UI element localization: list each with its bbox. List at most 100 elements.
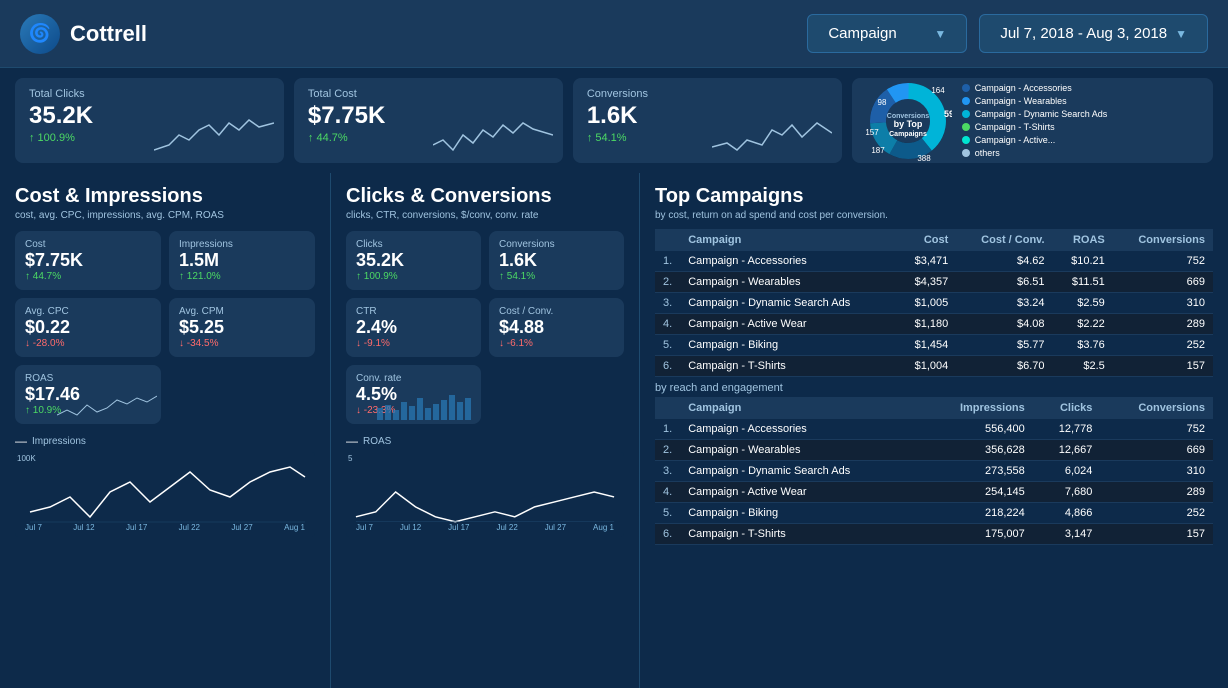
legend-item-accessories: Campaign - Accessories — [962, 83, 1108, 93]
row-campaign-eng: Campaign - T-Shirts — [680, 524, 923, 545]
legend-label: Campaign - T-Shirts — [975, 122, 1055, 132]
row-cost-conv: $6.70 — [956, 356, 1052, 377]
table-row: 6. Campaign - T-Shirts 175,007 3,147 157 — [655, 524, 1213, 545]
impressions-chart: 100K Jul 7 Jul 12 Jul 17 Jul 22 Jul 27 A… — [15, 452, 315, 537]
date-range-dropdown[interactable]: Jul 7, 2018 - Aug 3, 2018 ▼ — [979, 14, 1208, 53]
legend-item-wearables: Campaign - Wearables — [962, 96, 1108, 106]
clicks-value: 35.2K — [356, 250, 471, 271]
row-campaign: Campaign - Dynamic Search Ads — [680, 293, 896, 314]
roas-line-chart: 5 Jul 7 Jul 12 Jul 17 Jul 22 Jul 27 Aug … — [346, 452, 624, 537]
row-impressions: 273,558 — [923, 461, 1033, 482]
top-campaigns-subtitle: by cost, return on ad spend and cost per… — [655, 210, 1213, 221]
row-clicks-eng: 4,866 — [1033, 503, 1101, 524]
chart-x-labels: Jul 7 Jul 12 Jul 17 Jul 22 Jul 27 Aug 1 — [15, 523, 315, 532]
row-num: 4. — [655, 482, 680, 503]
row-num: 6. — [655, 356, 680, 377]
row-impressions: 175,007 — [923, 524, 1033, 545]
legend-dot — [962, 136, 970, 144]
conversions-chart — [712, 115, 832, 155]
table-row: 4. Campaign - Active Wear $1,180 $4.08 $… — [655, 314, 1213, 335]
row-roas: $3.76 — [1053, 335, 1113, 356]
ctr-change: ↓ -9.1% — [356, 338, 471, 349]
clicks-label: Clicks — [356, 239, 471, 250]
row-impressions: 218,224 — [923, 503, 1033, 524]
roas-label: ROAS — [25, 373, 151, 384]
col-campaign-eng: Campaign — [680, 397, 923, 419]
conversions-card: Conversions 1.6K ↑ 54.1% — [573, 78, 842, 163]
row-cost: $1,005 — [896, 293, 956, 314]
total-cost-label: Total Cost — [308, 88, 549, 100]
logo-icon: 🌀 — [20, 14, 60, 54]
legend-dot — [962, 123, 970, 131]
avg-cpc-metric: Avg. CPC $0.22 ↓ -28.0% — [15, 298, 161, 357]
row-cost-conv: $4.08 — [956, 314, 1052, 335]
conv-rate-bar-chart — [377, 390, 477, 420]
campaign-dropdown[interactable]: Campaign ▼ — [807, 14, 967, 53]
row-num: 1. — [655, 419, 680, 440]
row-cost-conv: $3.24 — [956, 293, 1052, 314]
cost-impressions-subtitle: cost, avg. CPC, impressions, avg. CPM, R… — [15, 210, 315, 221]
legend-dot — [962, 84, 970, 92]
conversions-cc-label: Conversions — [499, 239, 614, 250]
conversions-cc-change: ↑ 54.1% — [499, 271, 614, 282]
conversions-cc-value: 1.6K — [499, 250, 614, 271]
table-row: 6. Campaign - T-Shirts $1,004 $6.70 $2.5… — [655, 356, 1213, 377]
row-campaign-eng: Campaign - Active Wear — [680, 482, 923, 503]
legend-label: others — [975, 148, 1000, 158]
cost-impressions-grid: Cost $7.75K ↑ 44.7% Impressions 1.5M ↑ 1… — [15, 231, 315, 424]
avg-cpc-change: ↓ -28.0% — [25, 338, 151, 349]
total-clicks-label: Total Clicks — [29, 88, 270, 100]
row-conversions-eng: 669 — [1100, 440, 1213, 461]
legend-dot — [962, 149, 970, 157]
col-cost: Cost — [896, 229, 956, 251]
row-roas: $2.5 — [1053, 356, 1113, 377]
engagement-subtitle: by reach and engagement — [655, 382, 783, 394]
impressions-line-chart — [15, 452, 315, 527]
row-roas: $2.59 — [1053, 293, 1113, 314]
row-campaign-eng: Campaign - Dynamic Search Ads — [680, 461, 923, 482]
clicks-conversions-grid: Clicks 35.2K ↑ 100.9% Conversions 1.6K ↑… — [346, 231, 624, 424]
row-clicks-eng: 7,680 — [1033, 482, 1101, 503]
row-cost: $1,454 — [896, 335, 956, 356]
row-conversions-eng: 752 — [1100, 419, 1213, 440]
total-clicks-card: Total Clicks 35.2K ↑ 100.9% — [15, 78, 284, 163]
row-impressions: 556,400 — [923, 419, 1033, 440]
chevron-down-icon: ▼ — [934, 27, 946, 41]
header-controls: Campaign ▼ Jul 7, 2018 - Aug 3, 2018 ▼ — [807, 14, 1208, 53]
table-row: 5. Campaign - Biking $1,454 $5.77 $3.76 … — [655, 335, 1213, 356]
impressions-metric: Impressions 1.5M ↑ 121.0% — [169, 231, 315, 290]
row-num: 5. — [655, 503, 680, 524]
row-cost: $4,357 — [896, 272, 956, 293]
row-num: 3. — [655, 461, 680, 482]
cost-change: ↑ 44.7% — [25, 271, 151, 282]
cost-impressions-panel: Cost & Impressions cost, avg. CPC, impre… — [0, 173, 330, 688]
row-campaign: Campaign - T-Shirts — [680, 356, 896, 377]
row-conversions-eng: 310 — [1100, 461, 1213, 482]
table-row: 2. Campaign - Wearables $4,357 $6.51 $11… — [655, 272, 1213, 293]
cost-conv-change: ↓ -6.1% — [499, 338, 614, 349]
avg-cpm-change: ↓ -34.5% — [179, 338, 305, 349]
stats-row: Total Clicks 35.2K ↑ 100.9% Total Cost $… — [0, 68, 1228, 173]
col-num-eng — [655, 397, 680, 419]
svg-text:by Top: by Top — [893, 119, 922, 129]
avg-cpc-label: Avg. CPC — [25, 306, 151, 317]
col-num — [655, 229, 680, 251]
roas-chart-label: ROAS — [346, 434, 624, 448]
row-cost-conv: $5.77 — [956, 335, 1052, 356]
row-num: 2. — [655, 440, 680, 461]
row-impressions: 356,628 — [923, 440, 1033, 461]
row-conversions-eng: 289 — [1100, 482, 1213, 503]
clicks-conversions-subtitle: clicks, CTR, conversions, $/conv, conv. … — [346, 210, 624, 221]
top-campaigns-title: Top Campaigns — [655, 185, 1213, 208]
row-campaign: Campaign - Biking — [680, 335, 896, 356]
conversions-label: Conversions — [587, 88, 828, 100]
cost-conv-label: Cost / Conv. — [499, 306, 614, 317]
avg-cpm-label: Avg. CPM — [179, 306, 305, 317]
row-conversions: 669 — [1113, 272, 1213, 293]
legend-label: Campaign - Dynamic Search Ads — [975, 109, 1108, 119]
total-cost-card: Total Cost $7.75K ↑ 44.7% — [294, 78, 563, 163]
row-roas: $10.21 — [1053, 251, 1113, 272]
row-cost-conv: $4.62 — [956, 251, 1052, 272]
row-num: 6. — [655, 524, 680, 545]
roas-x-labels: Jul 7 Jul 12 Jul 17 Jul 22 Jul 27 Aug 1 — [346, 523, 624, 532]
